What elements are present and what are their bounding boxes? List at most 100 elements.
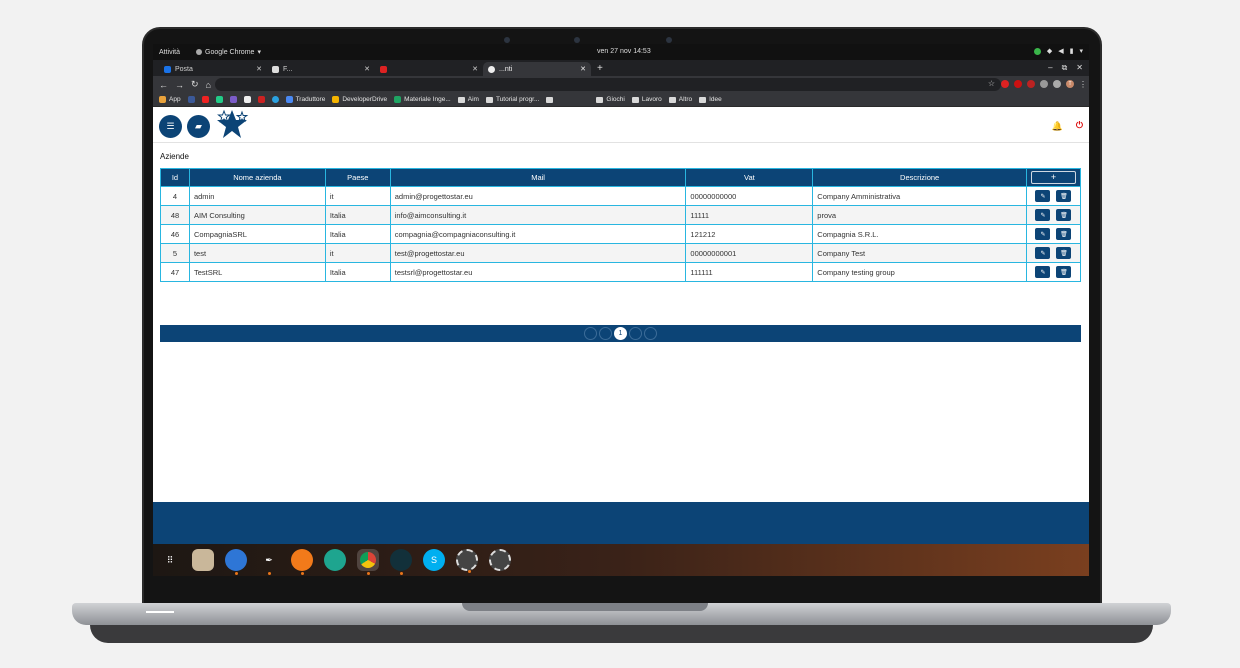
- table-row[interactable]: 4 admin it admin@progettostar.eu 0000000…: [160, 186, 1082, 206]
- edge-dev-icon[interactable]: [324, 549, 346, 571]
- address-bar[interactable]: ☆: [215, 78, 1001, 91]
- close-icon[interactable]: ✕: [256, 65, 262, 73]
- pagination-prev[interactable]: [599, 327, 612, 340]
- pagination-last[interactable]: [644, 327, 657, 340]
- bookmark-icon-only[interactable]: [243, 96, 251, 103]
- extension-icon[interactable]: [1040, 80, 1048, 88]
- globe-icon: [488, 65, 495, 73]
- trash-icon[interactable]: 🗑: [1056, 228, 1072, 240]
- web-page: ☰ ▰ 🔔 ⏻ Aziende Id Nome azienda Paese Ma…: [153, 107, 1089, 502]
- adblock-icon[interactable]: [1014, 80, 1022, 88]
- power-icon[interactable]: ⏻: [1076, 120, 1083, 131]
- restore-icon[interactable]: ⧉: [1062, 63, 1068, 73]
- tab-active[interactable]: ...nti ✕: [483, 62, 591, 76]
- edit-icon[interactable]: ✎: [1035, 209, 1051, 221]
- extension-icon[interactable]: [1027, 80, 1035, 88]
- bookmark-traduttore[interactable]: Traduttore: [285, 96, 325, 103]
- bookmark-tutorial[interactable]: Tutorial progr...: [485, 96, 539, 103]
- extension-icon[interactable]: [1001, 80, 1009, 88]
- bookmark-aim[interactable]: Aim: [457, 96, 479, 103]
- bookmark-idee[interactable]: Idee: [699, 96, 722, 103]
- trash-icon[interactable]: 🗑: [1056, 266, 1072, 278]
- thunderbird-icon[interactable]: [225, 549, 247, 575]
- folder-button[interactable]: ▰: [187, 115, 210, 138]
- laptop-indicator: [146, 611, 174, 613]
- bookmark-app[interactable]: App: [159, 96, 181, 103]
- table-row[interactable]: 5 test it test@progettostar.eu 000000000…: [160, 243, 1082, 263]
- bookmark-altro[interactable]: Altro: [668, 96, 693, 103]
- gear-app-icon[interactable]: [489, 549, 511, 571]
- edit-icon[interactable]: ✎: [1035, 247, 1051, 259]
- column-header[interactable]: Paese: [324, 168, 391, 187]
- column-header[interactable]: Mail: [389, 168, 687, 187]
- puzzle-icon[interactable]: [1053, 80, 1061, 88]
- pagination-current-page[interactable]: 1: [614, 327, 627, 340]
- bookmark-label: Altro: [678, 96, 693, 103]
- tab-2[interactable]: F... ✕: [267, 62, 375, 76]
- tab-3[interactable]: ✕: [375, 62, 483, 76]
- bookmark-icon-only[interactable]: [201, 96, 209, 103]
- gitkraken-icon[interactable]: [390, 549, 412, 575]
- bell-icon[interactable]: 🔔: [1052, 121, 1063, 132]
- forward-icon[interactable]: →: [175, 80, 184, 90]
- activities-button[interactable]: Attività: [159, 49, 180, 56]
- trash-icon[interactable]: 🗑: [1056, 209, 1072, 221]
- companies-table: Id Nome azienda Paese Mail Vat Descrizio…: [160, 168, 1082, 282]
- app-menu[interactable]: Google Chrome ▾: [196, 48, 261, 56]
- bookmark-label: Giochi: [606, 96, 625, 103]
- trash-icon[interactable]: 🗑: [1056, 247, 1072, 259]
- bookmark-giochi[interactable]: Giochi: [596, 96, 625, 103]
- kebab-menu-icon[interactable]: ⋮: [1079, 80, 1087, 89]
- skype-icon[interactable]: S: [423, 549, 445, 571]
- close-icon[interactable]: ✕: [364, 65, 370, 73]
- close-icon[interactable]: ✕: [1076, 63, 1083, 73]
- bookmark-icon-only[interactable]: [215, 96, 223, 103]
- bookmark-materiale[interactable]: Materiale Inge...: [394, 96, 451, 103]
- table-row[interactable]: 46 CompagniaSRL Italia compagnia@compagn…: [160, 224, 1082, 244]
- edit-icon[interactable]: ✎: [1035, 190, 1051, 202]
- edit-icon[interactable]: ✎: [1035, 266, 1051, 278]
- tab-posta[interactable]: Posta ✕: [159, 62, 267, 76]
- pagination-first[interactable]: [584, 327, 597, 340]
- system-tray[interactable]: ◆ ◀ ▮ ▾: [1033, 47, 1083, 55]
- bookmark-developerdrive[interactable]: DeveloperDrive: [332, 96, 387, 103]
- home-icon[interactable]: ⌂: [206, 80, 211, 90]
- bookmark-lavoro[interactable]: Lavoro: [631, 96, 662, 103]
- chrome-icon[interactable]: [357, 549, 379, 575]
- add-company-button[interactable]: +: [1030, 171, 1076, 184]
- page-title: Aziende: [160, 152, 189, 161]
- gear-app-icon[interactable]: [456, 549, 478, 573]
- firefox-icon[interactable]: [291, 549, 313, 575]
- column-header[interactable]: Vat: [685, 168, 814, 187]
- drive-icon: [332, 96, 340, 103]
- show-apps-icon[interactable]: ⠿: [159, 549, 181, 571]
- bookmark-star-icon[interactable]: ☆: [988, 79, 995, 88]
- column-header[interactable]: Descrizione: [812, 168, 1027, 187]
- pagination-next[interactable]: [629, 327, 642, 340]
- table-row[interactable]: 47 TestSRL Italia testsrl@progettostar.e…: [160, 262, 1082, 282]
- minimize-icon[interactable]: –: [1048, 63, 1052, 73]
- cell-actions: ✎ 🗑: [1025, 205, 1082, 225]
- reload-icon[interactable]: ↻: [191, 79, 199, 90]
- menu-button[interactable]: ☰: [159, 115, 182, 138]
- feather-app-icon[interactable]: ✒: [258, 549, 280, 575]
- profile-avatar[interactable]: T: [1066, 80, 1074, 88]
- clock[interactable]: ven 27 nov 14:53: [597, 48, 651, 55]
- bookmark-icon-only[interactable]: [229, 96, 237, 103]
- bookmark-icon-only[interactable]: [257, 96, 265, 103]
- bookmark-icon-only[interactable]: [271, 96, 279, 103]
- cell-paese: Italia: [324, 224, 391, 244]
- edit-icon[interactable]: ✎: [1035, 228, 1051, 240]
- bookmark-icon-only[interactable]: [187, 96, 195, 103]
- new-tab-button[interactable]: +: [597, 62, 603, 76]
- back-icon[interactable]: ←: [159, 80, 168, 90]
- table-row[interactable]: 48 AIM Consulting Italia info@aimconsult…: [160, 205, 1082, 225]
- camera-dot: [504, 37, 510, 43]
- column-header[interactable]: Id: [160, 168, 190, 187]
- close-icon[interactable]: ✕: [580, 65, 586, 73]
- bookmark-folder[interactable]: [546, 96, 554, 103]
- trash-icon[interactable]: 🗑: [1056, 190, 1072, 202]
- column-header[interactable]: Nome azienda: [188, 168, 326, 187]
- close-icon[interactable]: ✕: [472, 65, 478, 73]
- files-icon[interactable]: [192, 549, 214, 571]
